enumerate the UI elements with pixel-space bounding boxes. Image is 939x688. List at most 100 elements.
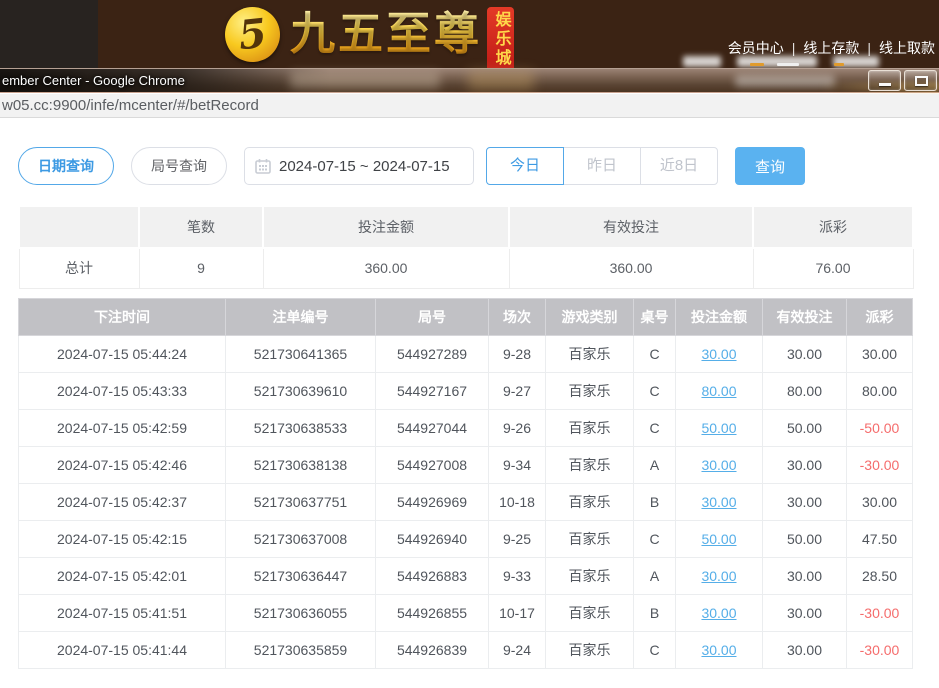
bet-table-body: 2024-07-15 05:44:24521730641365544927289… <box>19 336 913 669</box>
maximize-button[interactable] <box>904 70 937 91</box>
col-bet-amount: 投注金额 <box>676 299 763 336</box>
browser-title-bar[interactable]: ember Center - Google Chrome <box>0 68 939 93</box>
cell-bet-amount: 30.00 <box>676 484 763 521</box>
glass-blur-artifact <box>290 72 440 89</box>
cell-game-type: 百家乐 <box>546 632 634 669</box>
cell-round-id: 544927044 <box>376 410 489 447</box>
cell-payout: -30.00 <box>847 632 913 669</box>
col-table-code: 桌号 <box>634 299 676 336</box>
logo-badge: 娱乐城 <box>487 7 514 68</box>
cell-round-id: 544926855 <box>376 595 489 632</box>
table-row: 2024-07-15 05:42:59521730638533544927044… <box>19 410 913 447</box>
cell-bet-id: 521730636055 <box>226 595 376 632</box>
site-nav: 会员中心 | 线上存款 | 线上取款 <box>728 38 935 58</box>
cell-game-type: 百家乐 <box>546 410 634 447</box>
table-row: 2024-07-15 05:42:01521730636447544926883… <box>19 558 913 595</box>
cell-table-code: A <box>634 447 676 484</box>
cell-table-code: C <box>634 410 676 447</box>
logo-mark: 5 <box>222 4 282 64</box>
cell-bet-id: 521730635859 <box>226 632 376 669</box>
bet-record-table: 下注时间 注单编号 局号 场次 游戏类别 桌号 投注金额 有效投注 派彩 202… <box>18 298 913 669</box>
table-row: 2024-07-15 05:44:24521730641365544927289… <box>19 336 913 373</box>
bet-amount-link[interactable]: 30.00 <box>701 605 736 621</box>
summary-header-bet-amount: 投注金额 <box>263 206 509 248</box>
bet-amount-link[interactable]: 50.00 <box>701 531 736 547</box>
bet-amount-link[interactable]: 30.00 <box>701 457 736 473</box>
nav-link[interactable]: 会员中心 <box>728 40 784 56</box>
nav-link[interactable]: 线上存款 <box>803 40 859 56</box>
total-count: 9 <box>139 248 263 288</box>
cell-bet-id: 521730637751 <box>226 484 376 521</box>
round-query-tab[interactable]: 局号查询 <box>131 147 227 185</box>
cell-bet-amount: 30.00 <box>676 336 763 373</box>
date-query-tab[interactable]: 日期查询 <box>18 147 114 185</box>
cell-table-code: C <box>634 373 676 410</box>
cell-valid-bet: 30.00 <box>763 632 847 669</box>
filter-toolbar: 日期查询 局号查询 2024-07-15 ~ 2024-07-15 今日昨日近8… <box>18 147 805 185</box>
date-range-input[interactable]: 2024-07-15 ~ 2024-07-15 <box>244 147 474 185</box>
nav-separator: | <box>792 40 796 56</box>
quick-range-button[interactable]: 近8日 <box>640 147 718 185</box>
summary-total-row: 总计 9 360.00 360.00 76.00 <box>19 248 913 288</box>
cell-game-type: 百家乐 <box>546 558 634 595</box>
glass-blur-artifact <box>468 71 534 91</box>
cell-bet-id: 521730639610 <box>226 373 376 410</box>
cell-valid-bet: 50.00 <box>763 521 847 558</box>
bet-amount-link[interactable]: 30.00 <box>701 494 736 510</box>
cell-valid-bet: 30.00 <box>763 336 847 373</box>
browser-url-bar[interactable]: w05.cc:9900/infe/mcenter/#/betRecord <box>0 94 939 118</box>
cell-bet-amount: 30.00 <box>676 595 763 632</box>
nav-separator: | <box>867 40 871 56</box>
blurred-fleck <box>750 63 764 66</box>
cell-round-id: 544926839 <box>376 632 489 669</box>
window-title: ember Center - Google Chrome <box>2 73 185 88</box>
summary-header-count: 笔数 <box>139 206 263 248</box>
cell-session: 9-28 <box>489 336 546 373</box>
quick-range-button[interactable]: 今日 <box>486 147 564 185</box>
cell-session: 9-27 <box>489 373 546 410</box>
logo-circle-icon: 5 <box>225 7 280 62</box>
cell-payout: -30.00 <box>847 447 913 484</box>
blurred-fleck <box>777 63 799 66</box>
cell-bet-id: 521730641365 <box>226 336 376 373</box>
bet-table-header-row: 下注时间 注单编号 局号 场次 游戏类别 桌号 投注金额 有效投注 派彩 <box>19 299 913 336</box>
cell-round-id: 544926883 <box>376 558 489 595</box>
background-window-block <box>0 0 98 68</box>
cell-payout: 28.50 <box>847 558 913 595</box>
cell-game-type: 百家乐 <box>546 484 634 521</box>
cell-bet-amount: 80.00 <box>676 373 763 410</box>
cell-time: 2024-07-15 05:42:46 <box>19 447 226 484</box>
cell-bet-amount: 30.00 <box>676 632 763 669</box>
cell-table-code: C <box>634 336 676 373</box>
minimize-button[interactable] <box>868 70 901 91</box>
cell-session: 9-26 <box>489 410 546 447</box>
total-bet-amount: 360.00 <box>263 248 509 288</box>
total-payout: 76.00 <box>753 248 913 288</box>
cell-bet-amount: 30.00 <box>676 447 763 484</box>
cell-session: 9-33 <box>489 558 546 595</box>
cell-time: 2024-07-15 05:44:24 <box>19 336 226 373</box>
cell-game-type: 百家乐 <box>546 447 634 484</box>
cell-time: 2024-07-15 05:42:15 <box>19 521 226 558</box>
bet-amount-link[interactable]: 30.00 <box>701 642 736 658</box>
cell-session: 10-18 <box>489 484 546 521</box>
blurred-fleck <box>834 63 844 66</box>
bet-amount-link[interactable]: 80.00 <box>701 383 736 399</box>
bet-amount-link[interactable]: 30.00 <box>701 568 736 584</box>
cell-bet-id: 521730638533 <box>226 410 376 447</box>
cell-game-type: 百家乐 <box>546 595 634 632</box>
bet-amount-link[interactable]: 30.00 <box>701 346 736 362</box>
nav-link[interactable]: 线上取款 <box>879 40 935 56</box>
col-payout: 派彩 <box>847 299 913 336</box>
quick-range-group: 今日昨日近8日 <box>486 147 718 185</box>
bet-amount-link[interactable]: 50.00 <box>701 420 736 436</box>
quick-range-button[interactable]: 昨日 <box>563 147 641 185</box>
cell-time: 2024-07-15 05:41:51 <box>19 595 226 632</box>
table-row: 2024-07-15 05:41:51521730636055544926855… <box>19 595 913 632</box>
search-button[interactable]: 查询 <box>735 147 805 185</box>
cell-valid-bet: 30.00 <box>763 558 847 595</box>
cell-round-id: 544927167 <box>376 373 489 410</box>
col-session: 场次 <box>489 299 546 336</box>
cell-bet-amount: 30.00 <box>676 558 763 595</box>
summary-header-valid-bet: 有效投注 <box>509 206 753 248</box>
